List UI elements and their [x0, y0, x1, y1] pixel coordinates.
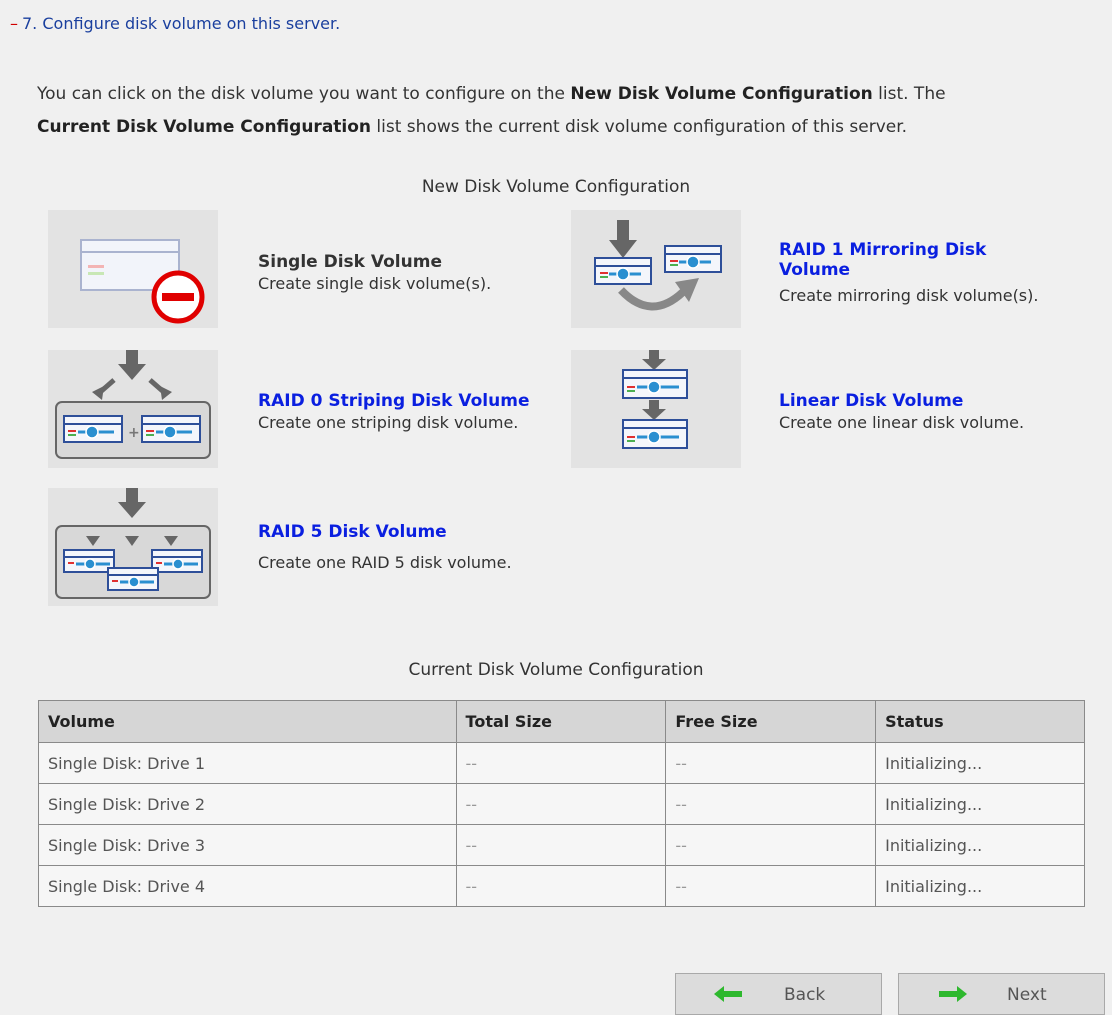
linear-disk-icon[interactable]: [571, 350, 741, 468]
column-header-volume: Volume: [38, 700, 457, 743]
option-desc: Create one linear disk volume.: [779, 413, 1025, 432]
option-desc: Create single disk volume(s).: [258, 274, 492, 293]
intro-bold-current: Current Disk Volume Configuration: [37, 117, 372, 137]
option-desc: Create one RAID 5 disk volume.: [258, 553, 512, 572]
intro-bold-new: New Disk Volume Configuration: [570, 84, 873, 104]
status-cell: Initializing...: [875, 865, 1085, 907]
raid0-option-link[interactable]: RAID 0 Striping Disk Volume: [258, 391, 529, 411]
collapse-marker[interactable]: –: [10, 14, 18, 33]
arrow-left-icon: [714, 986, 744, 1007]
intro-part1: You can click on the disk volume you wan…: [37, 84, 571, 104]
total-size-cell: --: [455, 742, 667, 784]
raid5-option-link[interactable]: RAID 5 Disk Volume: [258, 522, 447, 542]
intro-part2: list. The: [872, 84, 946, 104]
svg-text:+: +: [128, 425, 140, 441]
status-cell: Initializing...: [875, 824, 1085, 866]
next-button-label: Next: [1007, 985, 1047, 1005]
status-cell: Initializing...: [875, 742, 1085, 784]
raid1-mirroring-icon[interactable]: [571, 210, 741, 328]
volume-cell: Single Disk: Drive 2: [38, 783, 457, 825]
total-size-cell: --: [455, 865, 667, 907]
column-header-free-size: Free Size: [665, 700, 877, 743]
table-row: Single Disk: Drive 1 -- -- Initializing.…: [38, 742, 1085, 784]
raid1-option-link[interactable]: RAID 1 Mirroring Disk Volume: [779, 240, 1049, 280]
new-config-title: New Disk Volume Configuration: [421, 177, 691, 197]
table-row: Single Disk: Drive 3 -- -- Initializing.…: [38, 824, 1085, 866]
intro-part3: list shows the current disk volume confi…: [371, 117, 908, 137]
option-title: Single Disk Volume: [258, 252, 442, 272]
total-size-cell: --: [455, 824, 667, 866]
volume-cell: Single Disk: Drive 3: [38, 824, 457, 866]
status-cell: Initializing...: [875, 783, 1085, 825]
free-size-cell: --: [665, 783, 877, 825]
step-heading[interactable]: –7. Configure disk volume on this server…: [10, 14, 340, 33]
step-title-text: 7. Configure disk volume on this server.: [22, 14, 341, 33]
raid0-striping-icon[interactable]: +: [48, 350, 218, 468]
total-size-cell: --: [455, 783, 667, 825]
arrow-right-icon: [937, 986, 967, 1007]
intro-text: You can click on the disk volume you wan…: [37, 78, 1077, 144]
table-row: Single Disk: Drive 2 -- -- Initializing.…: [38, 783, 1085, 825]
option-desc: Create mirroring disk volume(s).: [779, 286, 1039, 305]
table-header-row: Volume Total Size Free Size Status: [38, 700, 1085, 743]
back-button[interactable]: Back: [675, 973, 882, 1015]
free-size-cell: --: [665, 824, 877, 866]
raid5-disk-icon[interactable]: [48, 488, 218, 606]
column-header-status: Status: [875, 700, 1085, 743]
current-config-table: Volume Total Size Free Size Status Singl…: [38, 700, 1085, 907]
option-desc: Create one striping disk volume.: [258, 413, 519, 432]
volume-cell: Single Disk: Drive 4: [38, 865, 457, 907]
free-size-cell: --: [665, 742, 877, 784]
linear-option-link[interactable]: Linear Disk Volume: [779, 391, 963, 411]
volume-cell: Single Disk: Drive 1: [38, 742, 457, 784]
current-config-title: Current Disk Volume Configuration: [408, 660, 704, 680]
next-button[interactable]: Next: [898, 973, 1105, 1015]
single-disk-disabled-icon: [48, 210, 218, 328]
free-size-cell: --: [665, 865, 877, 907]
table-row: Single Disk: Drive 4 -- -- Initializing.…: [38, 865, 1085, 907]
column-header-total-size: Total Size: [455, 700, 667, 743]
back-button-label: Back: [784, 985, 826, 1005]
